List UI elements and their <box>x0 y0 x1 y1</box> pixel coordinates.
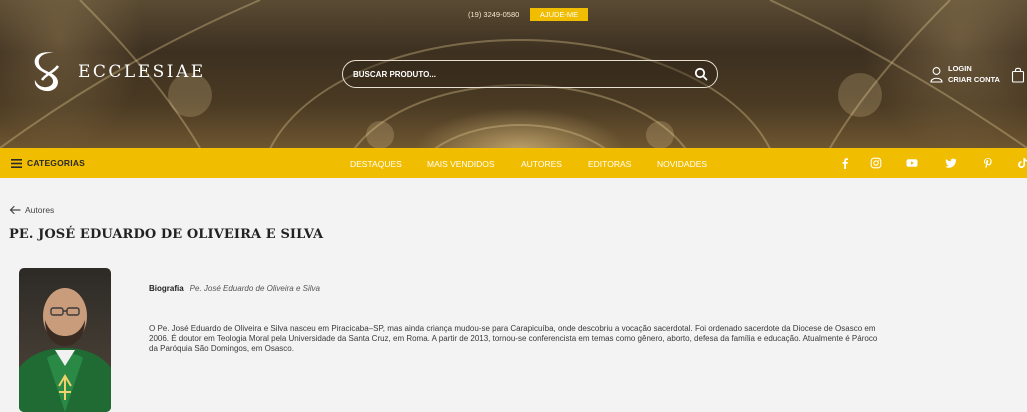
brand-name: ECCLESIAE <box>78 62 206 82</box>
search-bar <box>342 60 718 88</box>
page: (19) 3249-0580 AJUDE-ME ECCLESIAE LOGIN <box>0 0 1027 412</box>
main-nav: CATEGORIAS DESTAQUES MAIS VENDIDOS AUTOR… <box>0 148 1027 178</box>
categories-label: CATEGORIAS <box>27 158 86 168</box>
biography-author-name: Pe. José Eduardo de Oliveira e Silva <box>189 284 320 293</box>
search-input[interactable] <box>353 65 683 83</box>
page-title: PE. JOSÉ EDUARDO DE OLIVEIRA E SILVA <box>9 227 324 242</box>
shopping-bag-icon[interactable] <box>1011 67 1025 83</box>
back-link-label: Autores <box>25 205 55 215</box>
biography-line: da Paróquia São Domingos, em Osasco. <box>149 344 294 354</box>
categories-button[interactable]: CATEGORIAS <box>11 148 85 178</box>
create-account-link[interactable]: CRIAR CONTA <box>948 75 1000 84</box>
tiktok-icon[interactable] <box>1016 157 1027 169</box>
biography-header: Biografia Pe. José Eduardo de Oliveira e … <box>149 284 320 293</box>
login-link[interactable]: LOGIN <box>948 64 972 73</box>
twitter-icon[interactable] <box>945 157 957 169</box>
biography-line: O Pe. José Eduardo de Oliveira e Silva n… <box>149 324 876 333</box>
search-icon[interactable] <box>694 67 708 81</box>
user-icon <box>930 67 943 83</box>
youtube-icon[interactable] <box>906 157 918 169</box>
nav-item-novidades[interactable]: NOVIDADES <box>657 159 707 169</box>
biography-label: Biografia <box>149 284 184 293</box>
author-photo <box>19 268 111 412</box>
phone-number: (19) 3249-0580 <box>468 10 520 19</box>
nav-item-autores[interactable]: AUTORES <box>521 159 562 169</box>
biography-line: 2006. É doutor em Teologia Moral pela Un… <box>149 334 878 344</box>
stylized-s-logo-icon <box>34 52 60 92</box>
nav-item-destaques[interactable]: DESTAQUES <box>350 159 402 169</box>
nav-item-mais-vendidos[interactable]: MAIS VENDIDOS <box>427 159 495 169</box>
biography-text: O Pe. José Eduardo de Oliveira e Silva n… <box>149 324 1024 355</box>
help-button[interactable]: AJUDE-ME <box>530 8 588 21</box>
nav-item-editoras[interactable]: EDITORAS <box>588 159 631 169</box>
hamburger-icon <box>11 158 22 168</box>
arrow-left-icon <box>9 205 21 215</box>
author-portrait-image <box>19 268 111 412</box>
pinterest-icon[interactable] <box>982 157 994 169</box>
header-banner: (19) 3249-0580 AJUDE-ME ECCLESIAE LOGIN <box>0 0 1027 148</box>
top-info-bar: (19) 3249-0580 AJUDE-ME <box>0 8 1027 22</box>
site-logo[interactable]: ECCLESIAE <box>28 50 206 94</box>
instagram-icon[interactable] <box>870 157 882 169</box>
facebook-icon[interactable] <box>839 157 851 169</box>
back-link[interactable]: Autores <box>9 205 54 215</box>
